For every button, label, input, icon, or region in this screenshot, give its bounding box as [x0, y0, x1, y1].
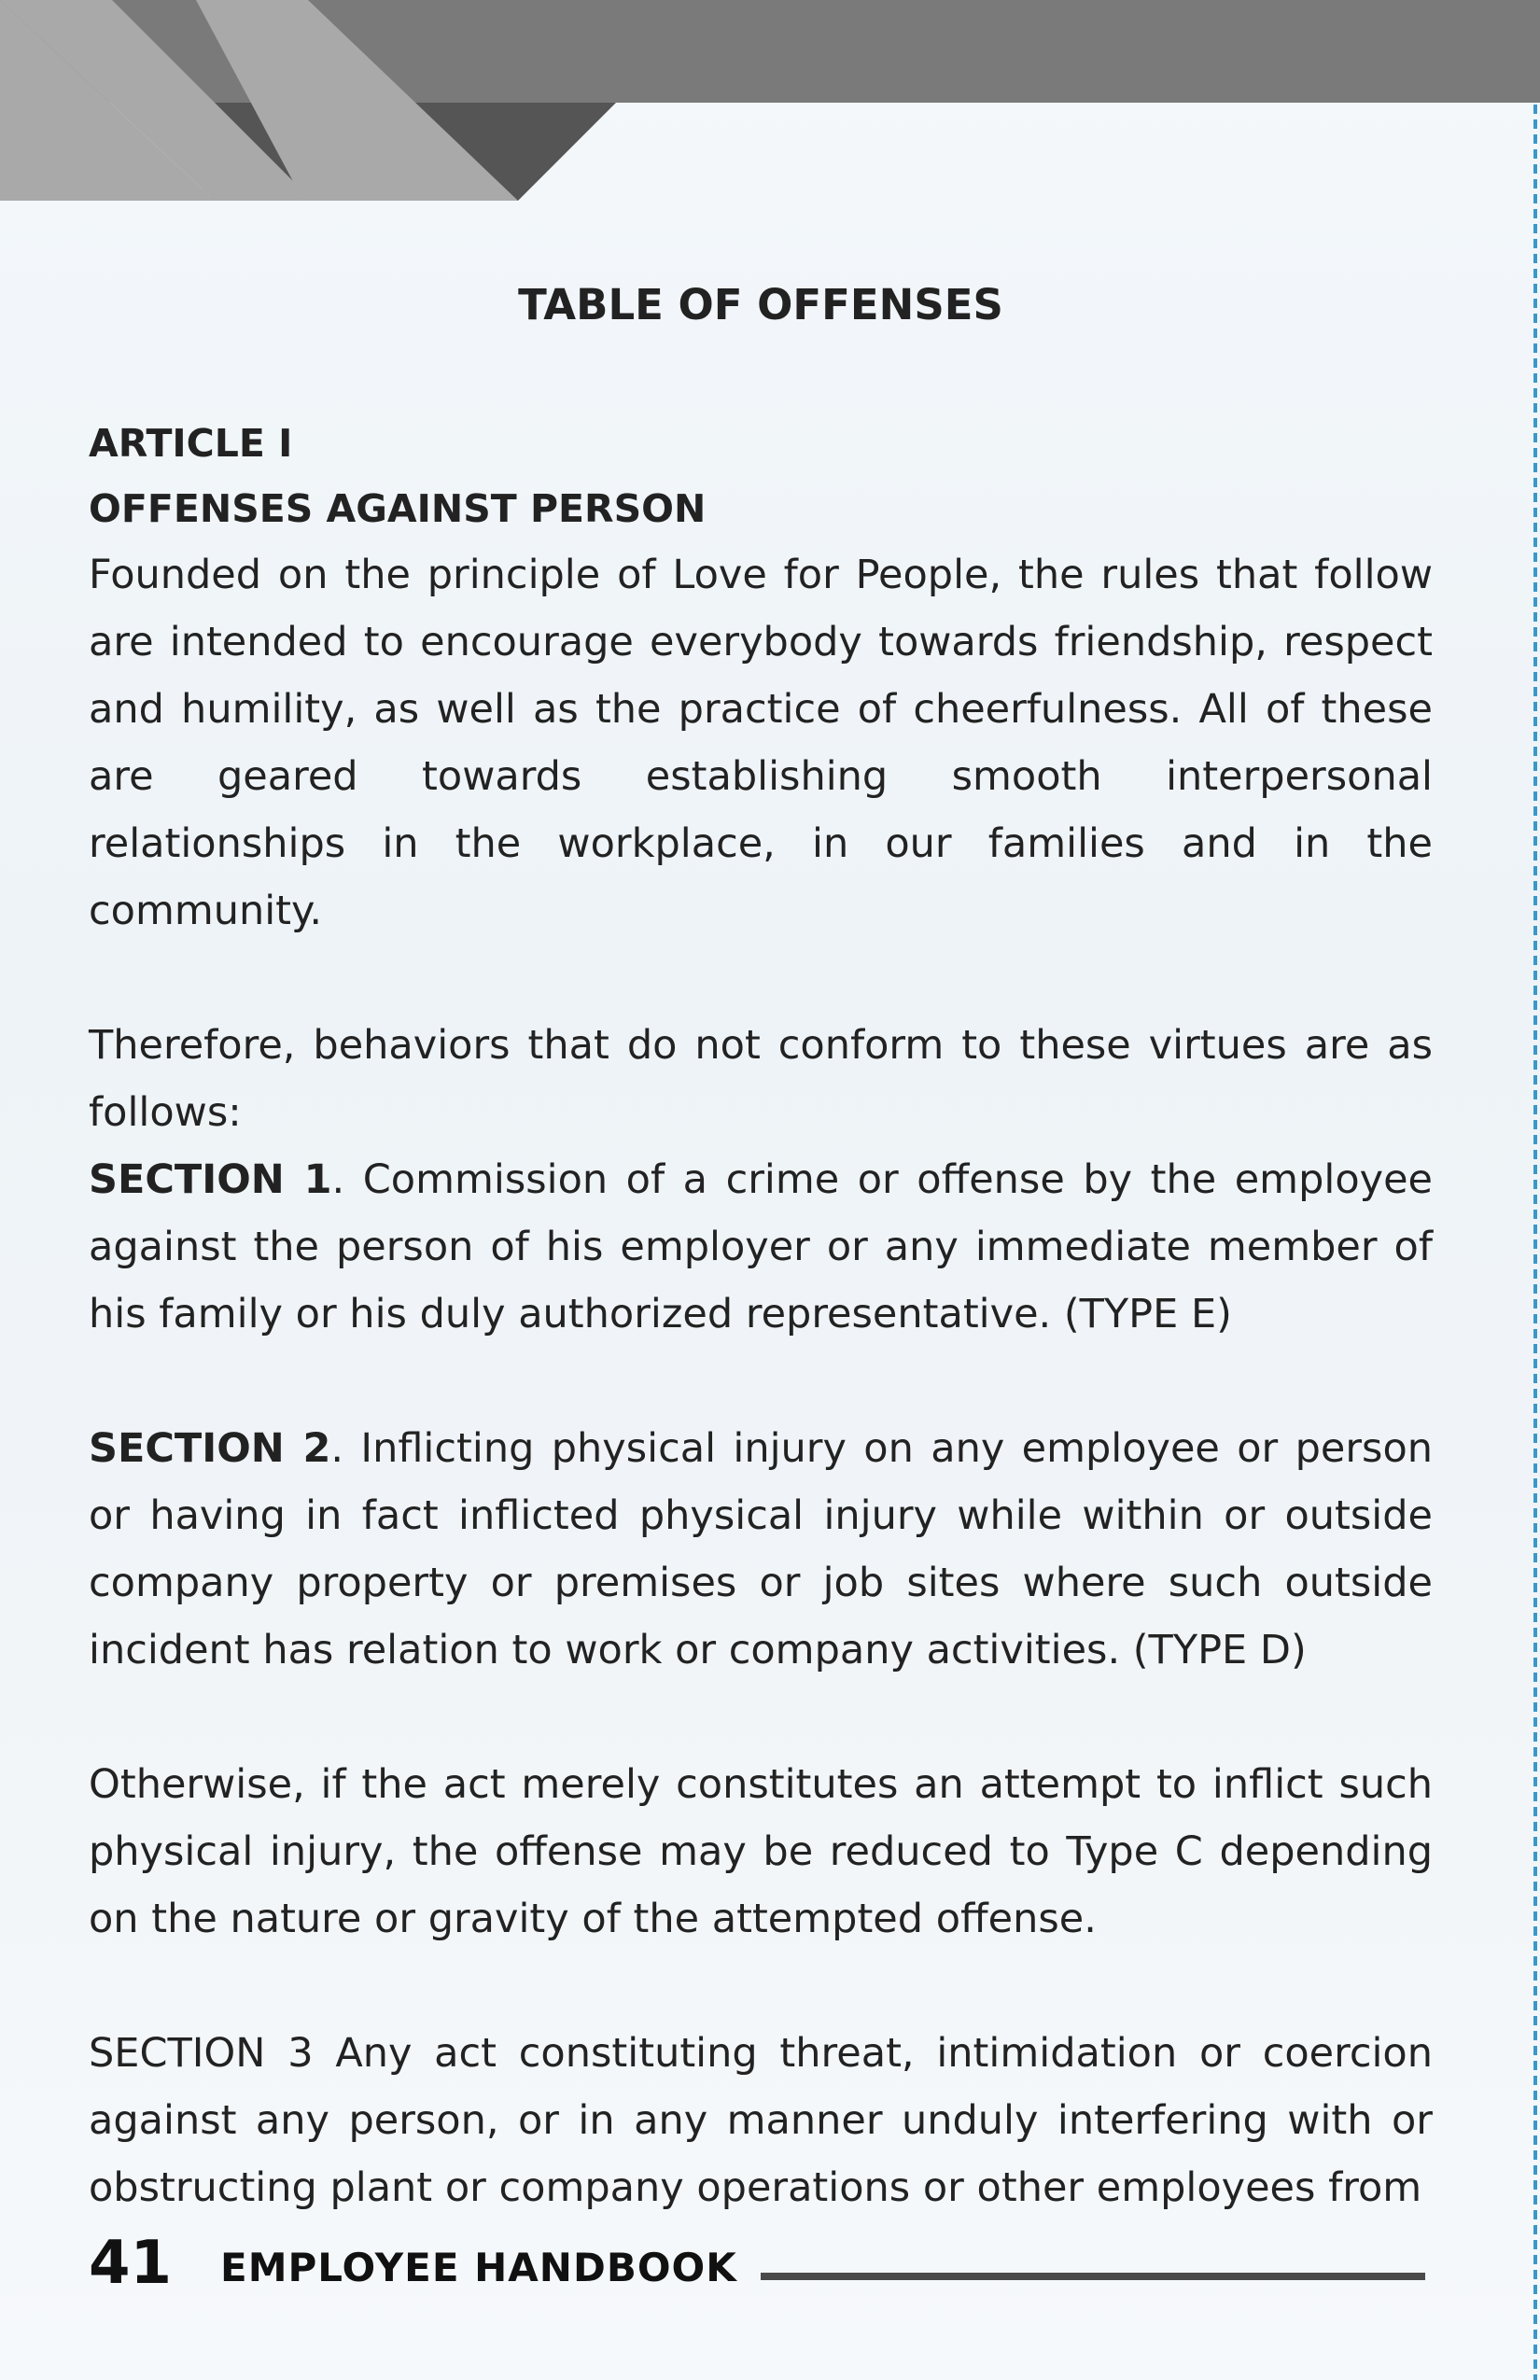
header-decoration [0, 0, 1540, 201]
lead-in-paragraph: Therefore, behaviors that do not conform… [89, 1022, 1433, 1136]
document-body: ARTICLE I OFFENSES AGAINST PERSON Founde… [89, 411, 1433, 2221]
article-label: ARTICLE I [89, 421, 293, 466]
section-3-paragraph: SECTION 3 Any act constituting threat, i… [89, 2030, 1433, 2211]
page-number: 41 [89, 2229, 173, 2298]
book-title: EMPLOYEE HANDBOOK [220, 2245, 737, 2290]
footer-rule [761, 2273, 1425, 2280]
section-1-label: SECTION 1 [89, 1156, 332, 1203]
article-heading: OFFENSES AGAINST PERSON [89, 486, 707, 531]
side-dashed-rule [1533, 105, 1537, 2380]
section-2-paragraph: SECTION 2. Inflicting physical injury on… [89, 1415, 1433, 1684]
section-1-paragraph: SECTION 1. Commission of a crime or offe… [89, 1146, 1433, 1348]
intro-paragraph: Founded on the principle of Love for Peo… [89, 552, 1433, 934]
page-title: TABLE OF OFFENSES [518, 280, 1003, 329]
otherwise-paragraph: Otherwise, if the act merely constitutes… [89, 1761, 1433, 1942]
section-2-label: SECTION 2 [89, 1425, 331, 1472]
